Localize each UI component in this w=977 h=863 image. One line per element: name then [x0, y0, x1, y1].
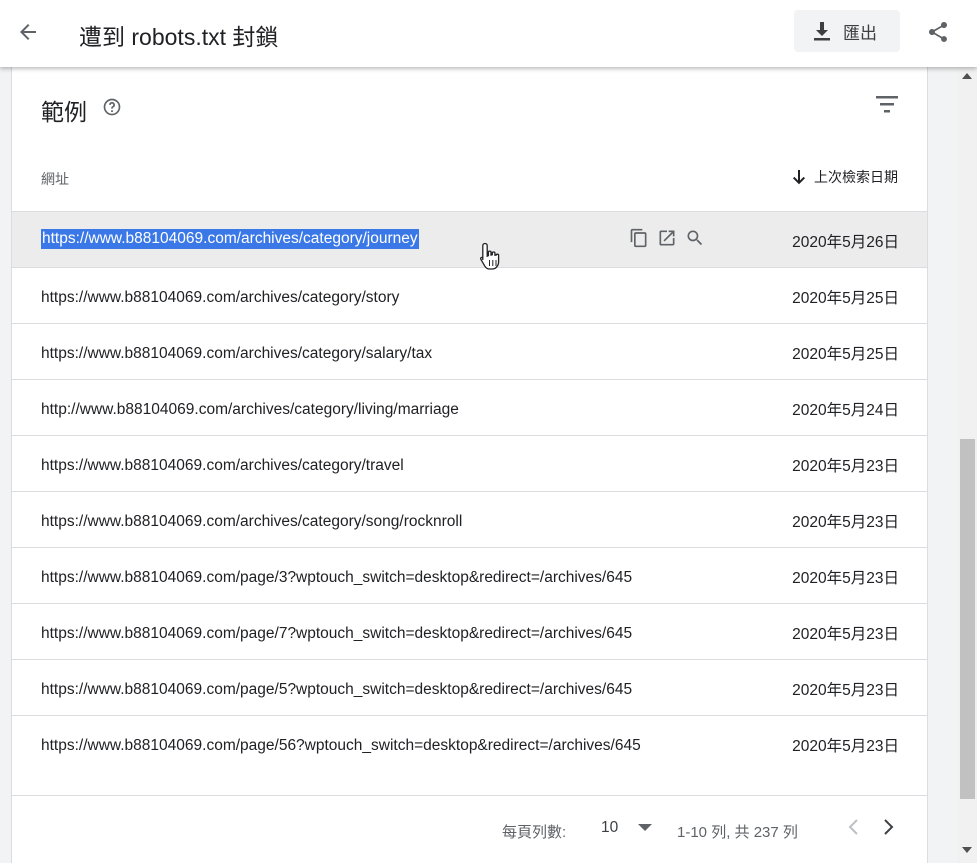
pagination-bar: 每頁列數: 10 1-10 列, 共 237 列 [12, 795, 927, 863]
row-actions [629, 228, 705, 248]
export-button[interactable]: 匯出 [794, 10, 900, 52]
help-circle-icon[interactable] [102, 97, 122, 117]
column-header-last-crawled[interactable]: 上次檢索日期 [792, 167, 898, 187]
table-row[interactable]: https://www.b88104069.com/page/7?wptouch… [12, 604, 927, 660]
top-app-bar: 遭到 robots.txt 封鎖 匯出 [0, 0, 977, 67]
rows-per-page-select[interactable]: 10 [601, 819, 653, 837]
row-date: 2020年5月24日 [792, 402, 899, 419]
filter-icon[interactable] [874, 93, 900, 115]
table-row[interactable]: https://www.b88104069.com/archives/categ… [12, 212, 927, 270]
row-date: 2020年5月23日 [792, 626, 899, 643]
content-scroll-area[interactable]: 範例 網址 上次檢索日期 https://www.b88104069.com/a… [0, 67, 977, 863]
row-date: 2020年5月23日 [792, 738, 899, 755]
page-title: 遭到 robots.txt 封鎖 [79, 24, 279, 50]
table-row[interactable]: https://www.b88104069.com/page/5?wptouch… [12, 660, 927, 716]
column-header-date-label: 上次檢索日期 [814, 169, 898, 185]
arrow-left-icon [20, 24, 36, 40]
row-url[interactable]: https://www.b88104069.com/archives/categ… [41, 454, 707, 478]
row-date: 2020年5月23日 [792, 682, 899, 699]
row-url[interactable]: https://www.b88104069.com/archives/categ… [41, 342, 707, 366]
row-url[interactable]: https://www.b88104069.com/archives/categ… [41, 229, 419, 249]
search-icon [687, 230, 703, 246]
dropdown-arrow-icon [638, 824, 653, 831]
back-button[interactable] [12, 16, 44, 48]
table-row[interactable]: http://www.b88104069.com/archives/catego… [12, 380, 927, 436]
row-date: 2020年5月23日 [792, 458, 899, 475]
row-date: 2020年5月25日 [792, 346, 899, 363]
table-row[interactable]: https://www.b88104069.com/page/3?wptouch… [12, 548, 927, 604]
scrollbar-thumb[interactable] [960, 439, 975, 799]
examples-card: 範例 網址 上次檢索日期 https://www.b88104069.com/a… [11, 67, 928, 863]
scroll-down-arrow-icon[interactable] [962, 847, 972, 853]
copy-button[interactable] [629, 228, 649, 248]
row-url[interactable]: https://www.b88104069.com/page/56?wptouc… [41, 734, 707, 758]
table-row[interactable]: https://www.b88104069.com/archives/categ… [12, 492, 927, 548]
row-url[interactable]: http://www.b88104069.com/archives/catego… [41, 398, 707, 422]
chevron-left-icon [848, 819, 858, 835]
row-url[interactable]: https://www.b88104069.com/page/7?wptouch… [41, 622, 707, 646]
row-date: 2020年5月23日 [792, 514, 899, 531]
previous-page-button[interactable] [842, 815, 864, 839]
copy-icon [630, 228, 647, 248]
rows-per-page-value: 10 [601, 819, 619, 836]
row-url[interactable]: https://www.b88104069.com/page/3?wptouch… [41, 566, 707, 590]
row-date: 2020年5月23日 [792, 570, 899, 587]
table-row[interactable]: https://www.b88104069.com/archives/categ… [12, 268, 927, 324]
row-date: 2020年5月26日 [792, 234, 899, 251]
open-in-new-icon [659, 230, 675, 246]
vertical-scrollbar[interactable] [957, 67, 977, 863]
share-icon [929, 22, 947, 42]
rows-per-page-label: 每頁列數: [502, 824, 567, 841]
open-url-button[interactable] [657, 228, 677, 248]
row-url[interactable]: https://www.b88104069.com/archives/categ… [41, 286, 707, 310]
download-icon [814, 22, 830, 41]
pagination-range: 1-10 列, 共 237 列 [677, 824, 798, 841]
next-page-button[interactable] [878, 815, 900, 839]
card-title: 範例 [41, 99, 87, 125]
scroll-up-arrow-icon[interactable] [962, 73, 972, 79]
chevron-right-icon [884, 819, 894, 835]
inspect-url-button[interactable] [685, 228, 705, 248]
export-label: 匯出 [843, 23, 877, 43]
table-row[interactable]: https://www.b88104069.com/archives/categ… [12, 436, 927, 492]
arrow-down-icon [793, 170, 805, 185]
examples-table: https://www.b88104069.com/archives/categ… [12, 211, 927, 796]
row-url[interactable]: https://www.b88104069.com/page/5?wptouch… [41, 678, 707, 702]
column-header-url: 網址 [41, 171, 69, 187]
table-row[interactable]: https://www.b88104069.com/archives/categ… [12, 324, 927, 380]
share-button[interactable] [922, 16, 954, 48]
table-row[interactable]: https://www.b88104069.com/page/56?wptouc… [12, 716, 927, 796]
row-date: 2020年5月25日 [792, 290, 899, 307]
row-url[interactable]: https://www.b88104069.com/archives/categ… [41, 510, 707, 534]
